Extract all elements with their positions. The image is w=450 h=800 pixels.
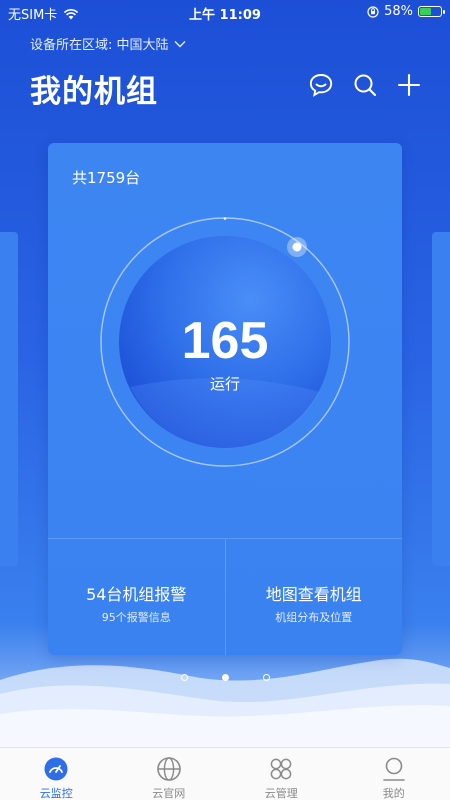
chevron-down-icon: [174, 40, 186, 47]
chat-icon[interactable]: [308, 72, 334, 98]
alarm-units-button[interactable]: 54台机组报警 95个报警信息: [48, 539, 225, 655]
tab-label: 云管理: [264, 787, 298, 800]
tab-cloud-manage[interactable]: 云管理: [225, 748, 338, 800]
page-title: 我的机组: [30, 74, 158, 110]
running-gauge: 165 运行: [100, 217, 350, 467]
unit-summary-card[interactable]: 共1759台 165 运行 54台机组报警 95个报警信息 地图查看机组 机组分…: [48, 143, 402, 655]
status-right: 58%: [367, 4, 445, 19]
tab-label: 云官网: [152, 787, 186, 800]
tab-mine[interactable]: 我的: [338, 748, 450, 800]
grid-icon: [270, 758, 292, 780]
region-selector[interactable]: 设备所在区域: 中国大陆: [30, 34, 186, 53]
battery-icon: [418, 6, 445, 17]
orientation-lock-icon: [367, 5, 379, 18]
tab-cloud-website[interactable]: 云官网: [113, 748, 226, 800]
battery-fill: [420, 8, 432, 15]
globe-icon: [156, 757, 181, 781]
screen: 无SIM卡 上午 11:09 58% 设备所在区域: 中国大陆 我的机组 共17…: [0, 0, 450, 800]
next-card-peek[interactable]: [432, 232, 450, 566]
map-view-button[interactable]: 地图查看机组 机组分布及位置: [224, 539, 403, 655]
page-indicator: [0, 674, 450, 681]
page-dot[interactable]: [180, 674, 188, 681]
tab-bar: 云监控 云官网 云管理 我的: [0, 747, 450, 800]
page-dot[interactable]: [262, 674, 270, 681]
wave-decoration: [0, 658, 450, 750]
status-bar: 无SIM卡 上午 11:09 58%: [0, 0, 450, 24]
tab-label: 我的: [382, 787, 405, 800]
gauge-indicator-dot: [292, 242, 302, 252]
map-view-title: 地图查看机组: [265, 585, 362, 604]
running-label: 运行: [209, 375, 240, 393]
alarm-info-subtitle: 95个报警信息: [101, 611, 171, 624]
card-actions: 54台机组报警 95个报警信息 地图查看机组 机组分布及位置: [48, 538, 402, 655]
region-label: 设备所在区域: 中国大陆: [30, 38, 169, 53]
total-units: 共1759台: [72, 169, 141, 187]
battery-percent: 58%: [384, 4, 413, 19]
map-view-subtitle: 机组分布及位置: [275, 611, 353, 624]
previous-card-peek[interactable]: [0, 232, 18, 566]
gauge-icon: [44, 757, 68, 781]
alarm-units-title: 54台机组报警: [86, 585, 187, 604]
running-count: 165: [181, 312, 269, 370]
tab-label: 云监控: [39, 787, 73, 800]
page-dot-active[interactable]: [221, 674, 229, 681]
search-icon[interactable]: [352, 72, 378, 98]
tab-cloud-monitor[interactable]: 云监控: [0, 748, 113, 800]
person-icon: [382, 757, 405, 781]
header-actions: [308, 72, 422, 98]
add-icon[interactable]: [396, 72, 422, 98]
